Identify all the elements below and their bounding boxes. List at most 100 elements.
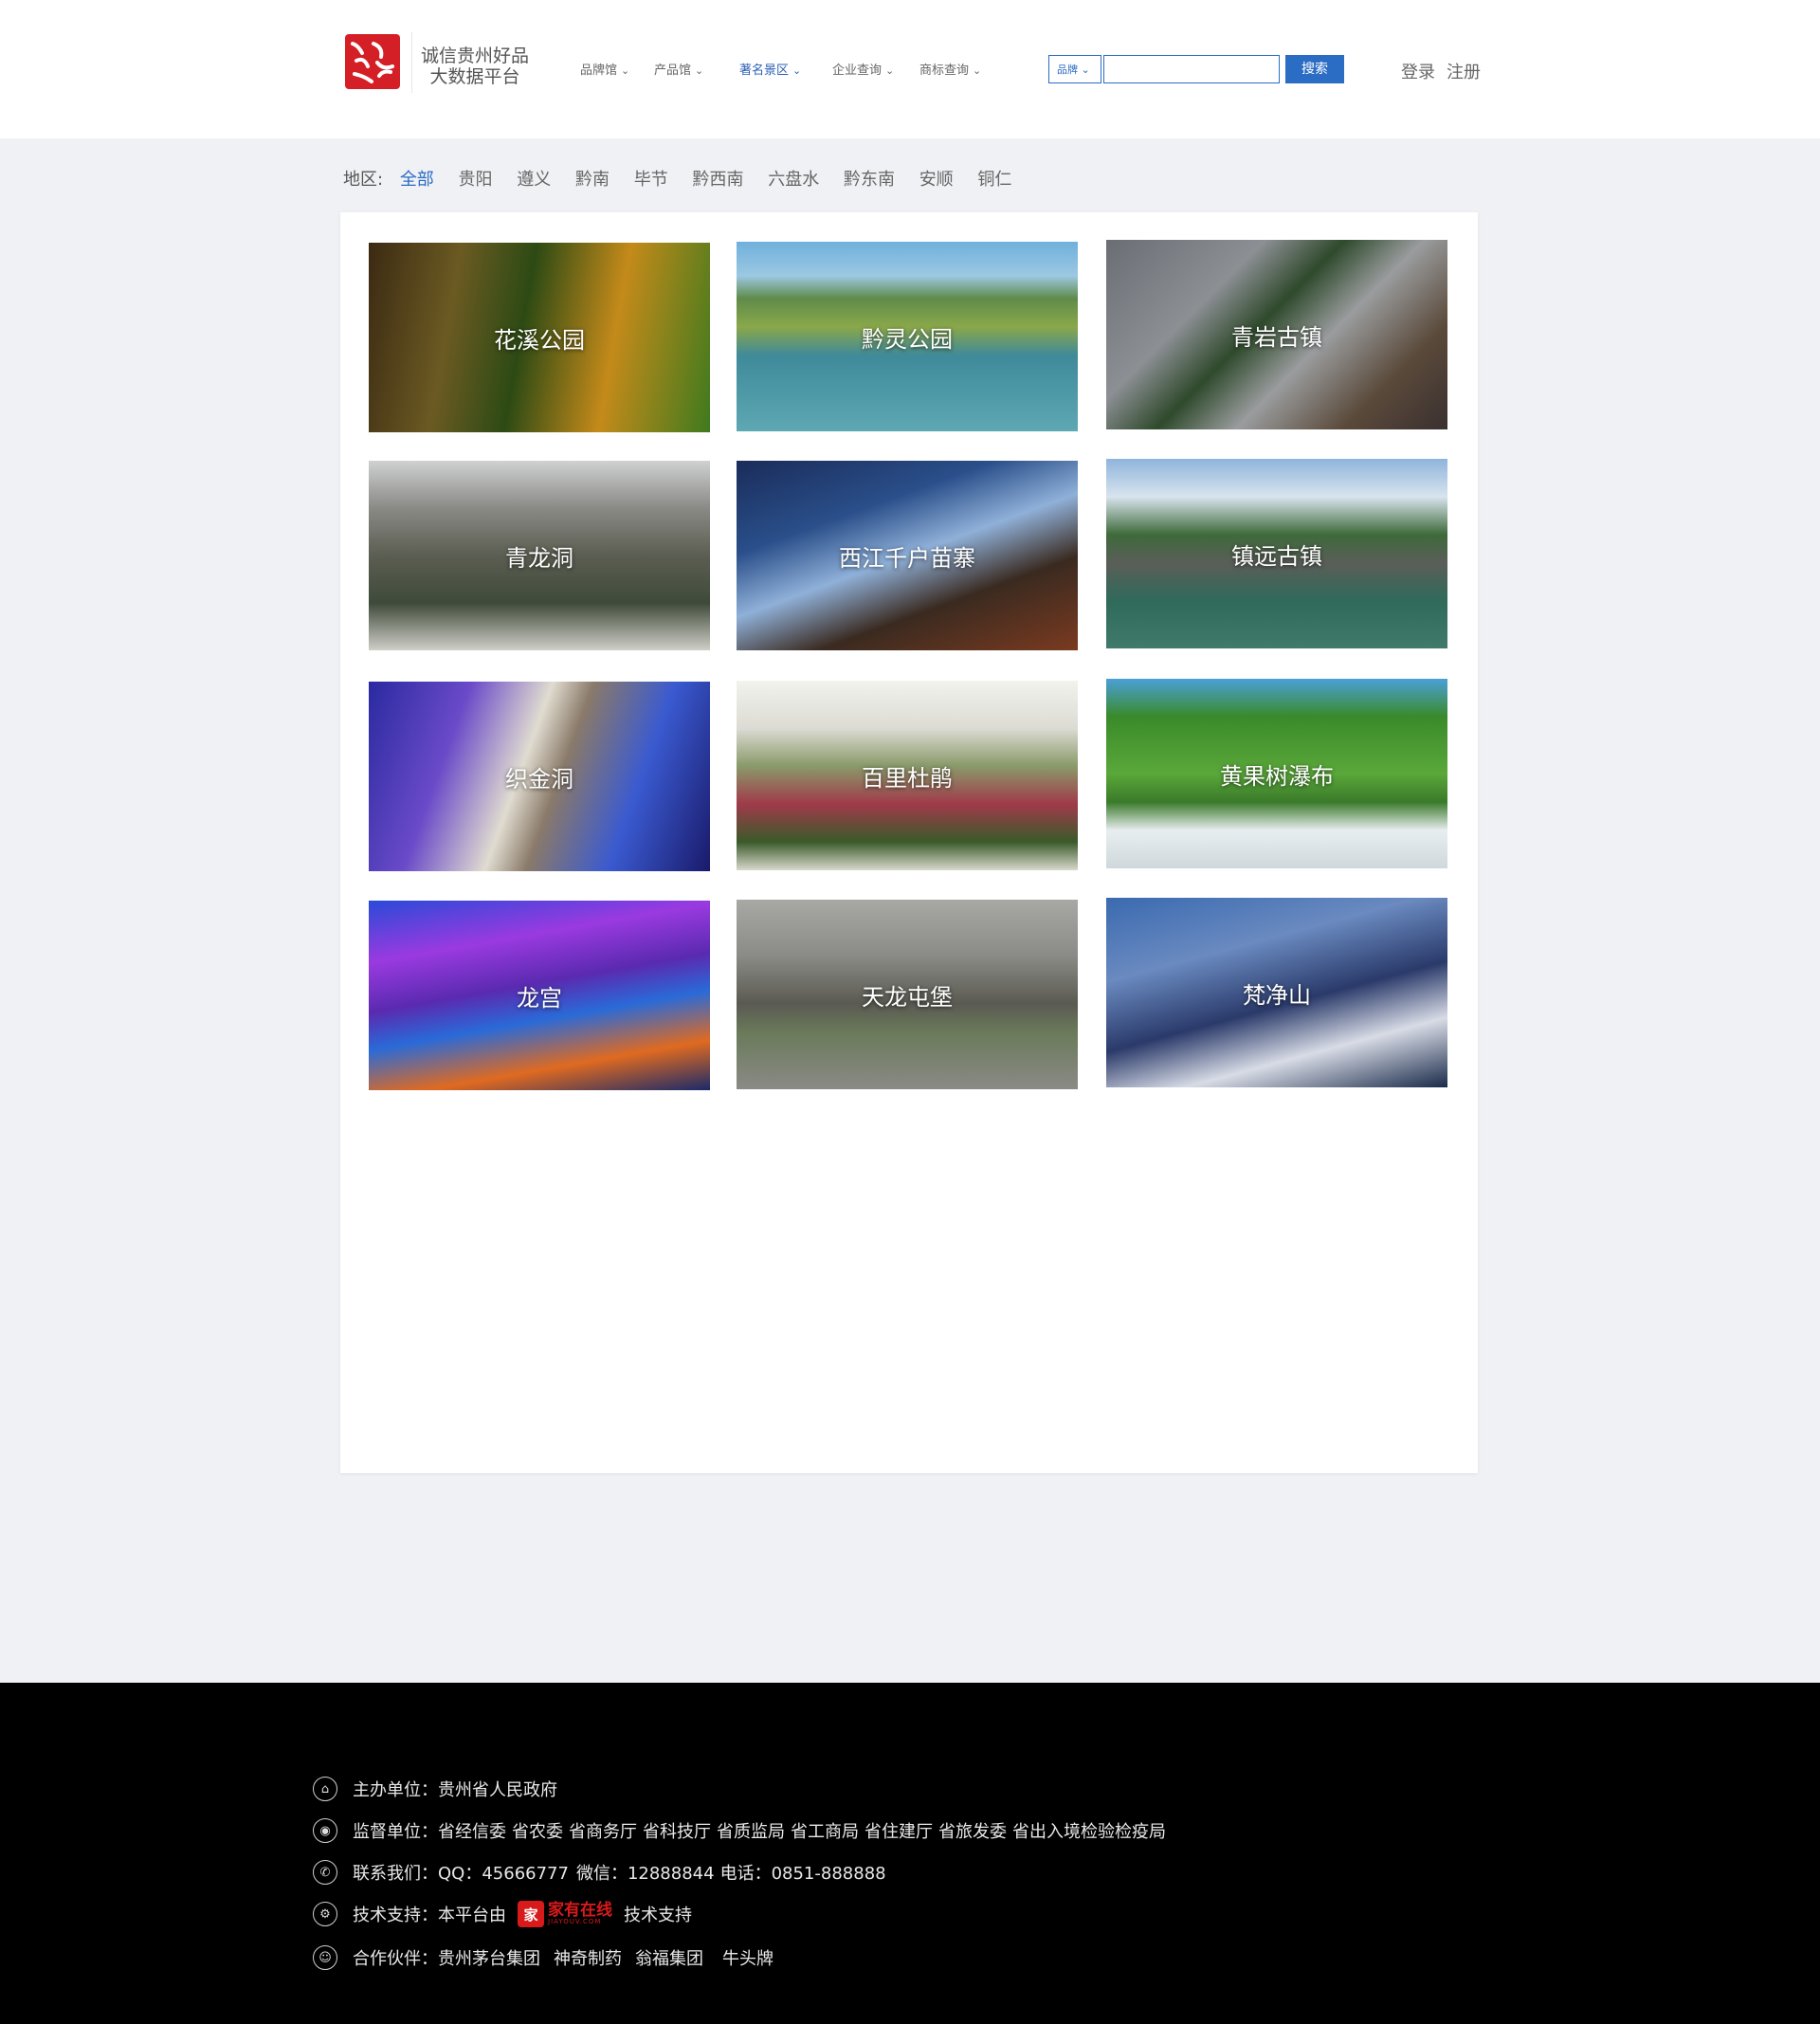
site-name: 诚信贵州好品 大数据平台 bbox=[421, 46, 529, 87]
scenic-card[interactable]: 龙宫 bbox=[369, 901, 710, 1090]
scenic-card[interactable]: 青岩古镇 bbox=[1106, 240, 1447, 429]
login-link[interactable]: 登录 bbox=[1401, 63, 1435, 82]
chevron-down-icon: ⌄ bbox=[973, 64, 982, 77]
scenic-card-title: 龙宫 bbox=[517, 984, 562, 1012]
region-filter: 地区: 全部 贵阳 遵义 黔南 毕节 黔西南 六盘水 黔东南 安顺 铜仁 bbox=[343, 166, 1030, 191]
footer-host-value: 贵州省人民政府 bbox=[438, 1780, 557, 1800]
supervisor-item: 省农委 bbox=[512, 1822, 563, 1842]
chevron-down-icon: ⌄ bbox=[621, 64, 630, 77]
scenic-card[interactable]: 西江千户苗寨 bbox=[737, 461, 1078, 650]
search-type-value: 品牌 bbox=[1057, 64, 1078, 76]
region-option-zunyi[interactable]: 遵义 bbox=[517, 170, 551, 190]
supervisor-item: 省旅发委 bbox=[938, 1822, 1007, 1842]
footer-host: ⌂ 主办单位： 贵州省人民政府 bbox=[313, 1772, 557, 1806]
region-option-qiandongnan[interactable]: 黔东南 bbox=[844, 170, 895, 190]
scenic-card-title: 天龙屯堡 bbox=[862, 983, 953, 1011]
footer-host-label: 主办单位： bbox=[353, 1780, 438, 1800]
region-option-all[interactable]: 全部 bbox=[400, 170, 434, 190]
jiayou-brand-name: 家有在线 bbox=[548, 1901, 612, 1920]
wrench-icon: ⚙ bbox=[313, 1902, 337, 1926]
partner-item[interactable]: 翁福集团 bbox=[635, 1945, 703, 1970]
contact-qq: QQ：45666777 bbox=[438, 1864, 569, 1884]
supervisor-item: 省科技厅 bbox=[643, 1822, 711, 1842]
logo-divider bbox=[411, 32, 412, 93]
nav-label: 企业查询 bbox=[832, 64, 883, 78]
region-option-liupanshui[interactable]: 六盘水 bbox=[768, 170, 819, 190]
scenic-card[interactable]: 青龙洞 bbox=[369, 461, 710, 650]
scenic-card-title: 织金洞 bbox=[505, 765, 573, 793]
partner-item[interactable]: 神奇制药 bbox=[554, 1945, 622, 1970]
region-filter-label: 地区: bbox=[343, 170, 384, 190]
header: 诚信贵州好品 大数据平台 品牌馆 ⌄ 产品馆 ⌄ 著名景区 ⌄ 企业查询 ⌄ 商标查询 ⌄… bbox=[0, 0, 1820, 138]
region-option-qiannan[interactable]: 黔南 bbox=[575, 170, 610, 190]
nav-scenic-spots[interactable]: 著名景区 ⌄ bbox=[739, 60, 801, 78]
supervisor-item: 省工商局 bbox=[791, 1822, 859, 1842]
scenic-card[interactable]: 百里杜鹃 bbox=[737, 681, 1078, 870]
people-icon: ☺ bbox=[313, 1945, 337, 1970]
contact-phone: 电话：0851-888888 bbox=[719, 1864, 886, 1884]
register-link[interactable]: 注册 bbox=[1447, 63, 1481, 82]
scenic-card[interactable]: 黔灵公园 bbox=[737, 242, 1078, 431]
footer-tech-support: ⚙ 技术支持：本平台由 家 家有在线 JIAYOUV.COM 技术支持 bbox=[313, 1897, 692, 1931]
scenic-card[interactable]: 织金洞 bbox=[369, 682, 710, 871]
nav-brand-hall[interactable]: 品牌馆 ⌄ bbox=[580, 60, 629, 78]
search-input[interactable] bbox=[1103, 55, 1280, 83]
supervisor-item: 省商务厅 bbox=[569, 1822, 637, 1842]
partner-item[interactable]: 贵州茅台集团 bbox=[438, 1945, 540, 1970]
scenic-card-title: 黄果树瀑布 bbox=[1220, 762, 1334, 790]
scenic-card-title: 梵净山 bbox=[1243, 981, 1311, 1009]
scenic-card-title: 镇远古镇 bbox=[1231, 542, 1322, 570]
site-name-line1: 诚信贵州好品 bbox=[421, 46, 530, 66]
jiayou-wordmark: 家有在线 JIAYOUV.COM bbox=[548, 1901, 612, 1926]
supervisor-item: 省住建厅 bbox=[864, 1822, 933, 1842]
footer-partners-label: 合作伙伴： bbox=[353, 1949, 438, 1969]
search-button[interactable]: 搜索 bbox=[1285, 55, 1344, 83]
region-option-tongren[interactable]: 铜仁 bbox=[977, 170, 1011, 190]
eye-icon: ◉ bbox=[313, 1818, 337, 1843]
region-option-bijie[interactable]: 毕节 bbox=[634, 170, 668, 190]
contact-wechat: 微信：12888844 bbox=[575, 1864, 715, 1884]
supervisor-item: 省经信委 bbox=[438, 1822, 506, 1842]
chevron-down-icon: ⌄ bbox=[695, 64, 704, 77]
region-option-guiyang[interactable]: 贵阳 bbox=[459, 170, 493, 190]
nav-product-hall[interactable]: 产品馆 ⌄ bbox=[654, 60, 703, 78]
chevron-down-icon: ⌄ bbox=[792, 64, 802, 77]
footer-contact-label: 联系我们： bbox=[353, 1864, 438, 1884]
footer-partners: ☺ 合作伙伴： 贵州茅台集团 神奇制药 翁福集团 牛头牌 bbox=[313, 1941, 787, 1975]
jiayou-mark-icon: 家 bbox=[518, 1901, 544, 1927]
nav-label: 产品馆 bbox=[654, 64, 692, 78]
supervisor-item: 省出入境检验检疫局 bbox=[1012, 1822, 1166, 1842]
nav-label: 品牌馆 bbox=[580, 64, 618, 78]
scenic-card[interactable]: 黄果树瀑布 bbox=[1106, 679, 1447, 868]
nav-label: 商标查询 bbox=[919, 64, 970, 78]
footer-supervisor: ◉ 监督单位： 省经信委 省农委 省商务厅 省科技厅 省质监局 省工商局 省住建… bbox=[313, 1814, 1179, 1848]
scenic-card-title: 青龙洞 bbox=[505, 544, 573, 572]
region-option-qianxinan[interactable]: 黔西南 bbox=[692, 170, 743, 190]
jiayou-online-logo[interactable]: 家 家有在线 JIAYOUV.COM bbox=[518, 1901, 612, 1927]
partner-item[interactable]: 牛头牌 bbox=[722, 1945, 774, 1970]
auth-links: 登录 注册 bbox=[1401, 59, 1492, 83]
nav-company-search[interactable]: 企业查询 ⌄ bbox=[832, 60, 894, 78]
nav-label: 著名景区 bbox=[739, 64, 790, 78]
scenic-card-title: 百里杜鹃 bbox=[862, 764, 953, 792]
scenic-card[interactable]: 花溪公园 bbox=[369, 243, 710, 432]
chevron-down-icon: ⌄ bbox=[885, 64, 895, 77]
search-bar: 品牌 ⌄ 搜索 bbox=[1048, 55, 1344, 85]
scenic-card[interactable]: 镇远古镇 bbox=[1106, 459, 1447, 648]
logo-seal[interactable] bbox=[336, 25, 410, 99]
footer-supervisor-label: 监督单位： bbox=[353, 1822, 438, 1842]
footer: ⌂ 主办单位： 贵州省人民政府 ◉ 监督单位： 省经信委 省农委 省商务厅 省科技… bbox=[0, 1683, 1820, 2024]
nav-trademark-search[interactable]: 商标查询 ⌄ bbox=[919, 60, 981, 78]
search-type-select[interactable]: 品牌 ⌄ bbox=[1048, 55, 1101, 83]
scenic-card[interactable]: 梵净山 bbox=[1106, 898, 1447, 1087]
supervisor-item: 省质监局 bbox=[717, 1822, 785, 1842]
scenic-grid: 花溪公园 黔灵公园 青岩古镇 青龙洞 西江千户苗寨 镇远古镇 织金洞 百里杜鹃 … bbox=[340, 212, 1478, 1473]
chevron-down-icon: ⌄ bbox=[1081, 64, 1090, 76]
footer-tech-suffix: 技术支持 bbox=[624, 1905, 692, 1925]
site-name-line2: 大数据平台 bbox=[429, 66, 520, 87]
scenic-card[interactable]: 天龙屯堡 bbox=[737, 900, 1078, 1089]
region-option-anshun[interactable]: 安顺 bbox=[919, 170, 954, 190]
phone-icon: ✆ bbox=[313, 1860, 337, 1885]
scenic-card-title: 青岩古镇 bbox=[1231, 323, 1322, 351]
footer-contact: ✆ 联系我们： QQ：45666777 微信：12888844 电话：0851-… bbox=[313, 1855, 886, 1889]
